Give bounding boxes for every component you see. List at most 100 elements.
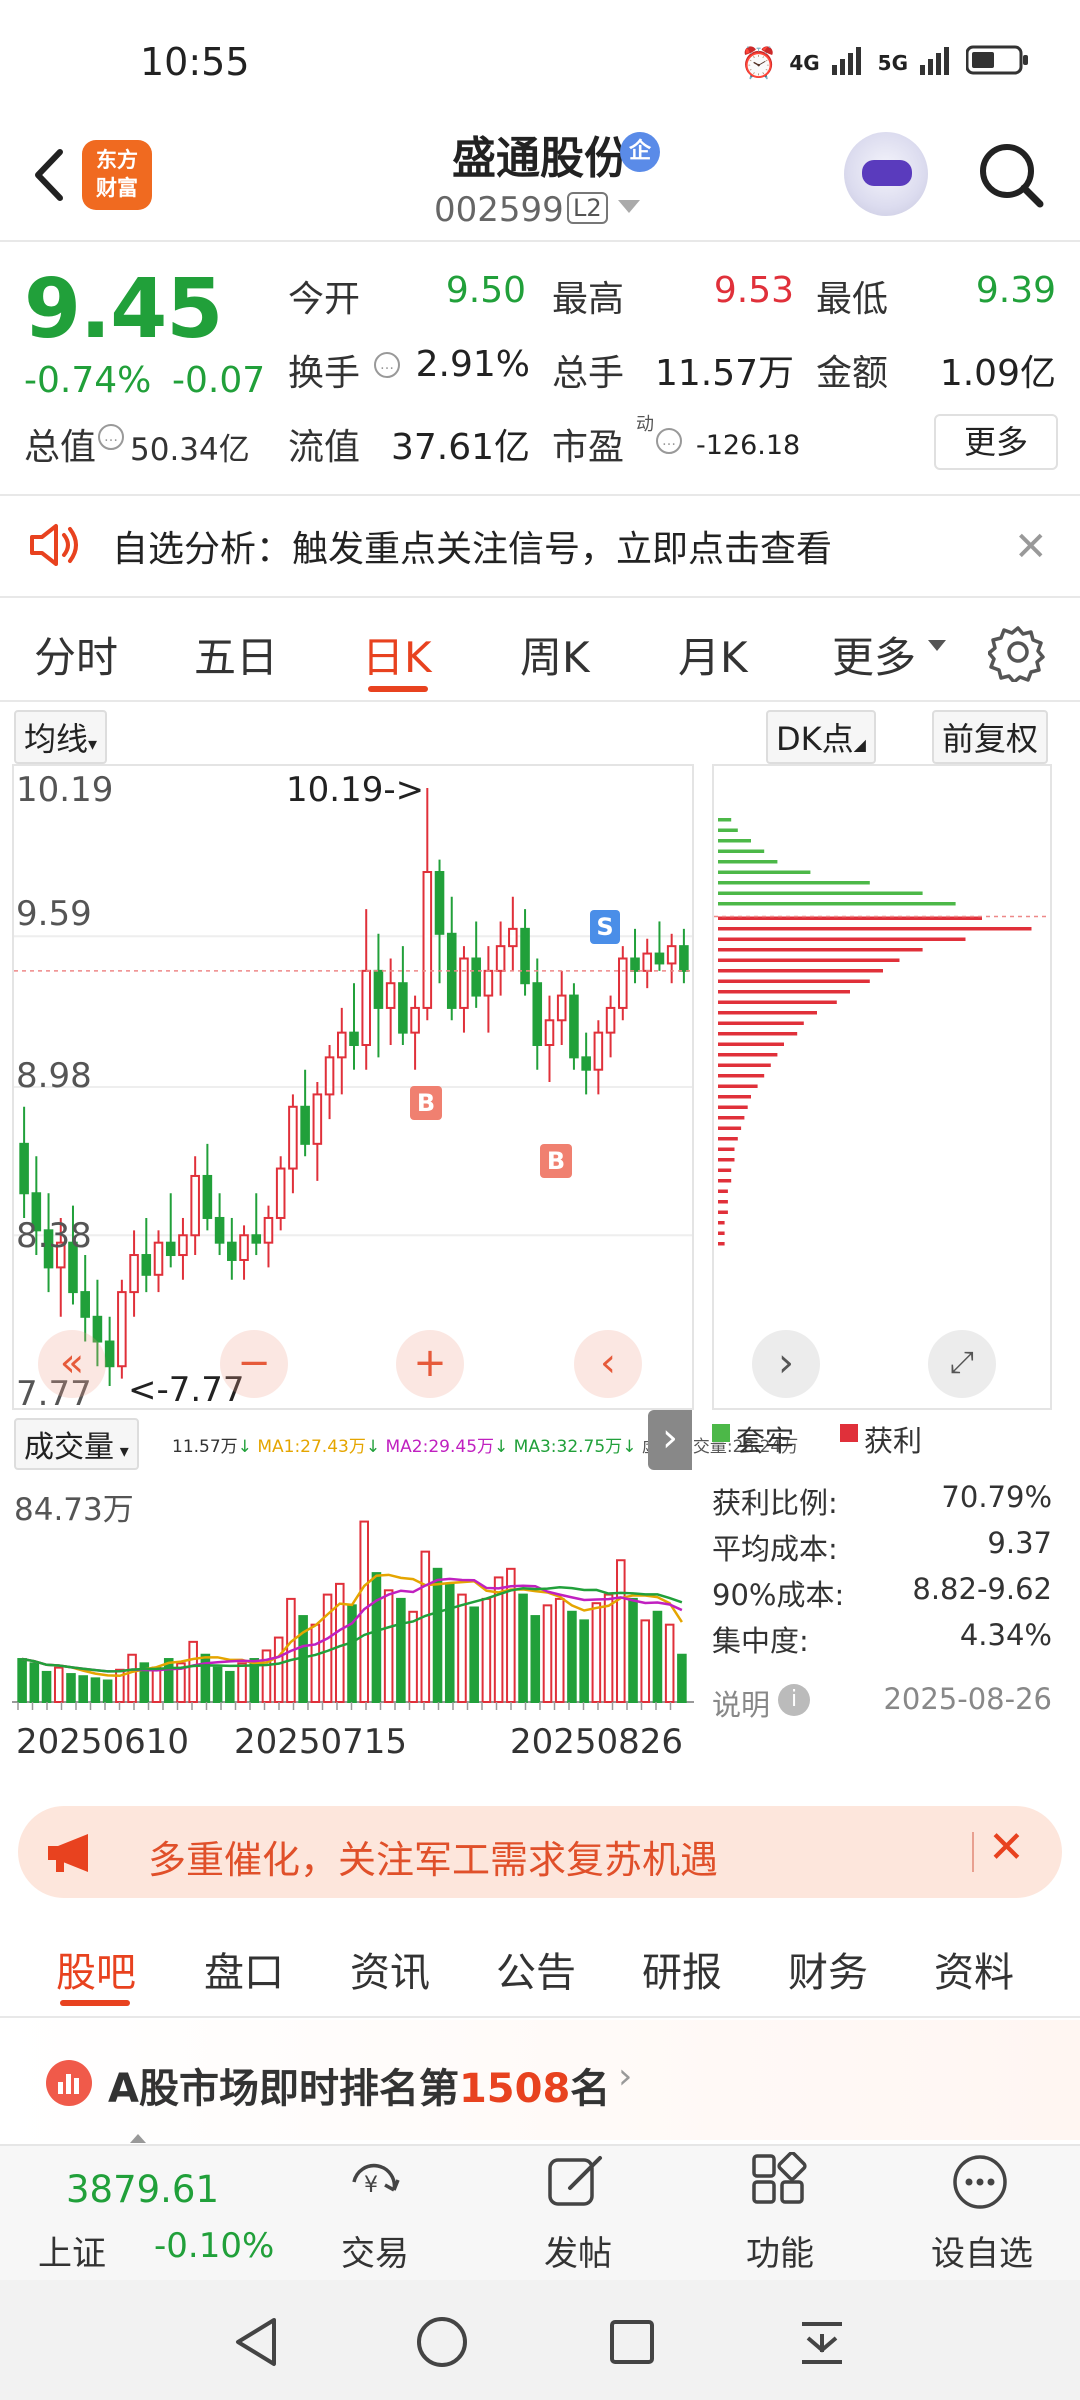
system-menu-icon[interactable] — [794, 2314, 850, 2370]
amount-value: 1.09亿 — [939, 353, 1056, 394]
nav-post[interactable]: 发帖 — [508, 2226, 648, 2275]
candle-body — [202, 1174, 213, 1219]
candle-body — [581, 1056, 591, 1071]
promo-text[interactable]: 多重催化，关注军工需求复苏机遇 — [148, 1829, 718, 1884]
tab-news[interactable]: 资讯 — [350, 1940, 430, 1998]
buy-signal-badge[interactable]: B — [410, 1086, 442, 1120]
index-name[interactable]: 上证 — [38, 2226, 106, 2275]
sell-signal-badge[interactable]: S — [590, 910, 620, 944]
info-icon[interactable]: i — [778, 1684, 810, 1716]
trade-icon[interactable]: ¥ — [340, 2152, 410, 2212]
kline-chart[interactable] — [12, 764, 694, 1410]
tab-more[interactable]: 更多 — [832, 624, 916, 685]
tab-research[interactable]: 研报 — [642, 1940, 722, 1998]
network-4g: 4G — [789, 51, 820, 75]
stock-code[interactable]: 002599 — [434, 190, 564, 230]
chip-bar-profit — [718, 1074, 765, 1078]
system-nav-bar — [0, 2280, 1080, 2400]
volume-bar — [310, 1623, 321, 1703]
active-bottom-tab-indicator — [60, 2000, 130, 2006]
info-icon[interactable]: … — [656, 428, 682, 454]
caret-down-icon[interactable] — [928, 640, 946, 651]
volume-bar — [554, 1597, 565, 1704]
index-change[interactable]: -0.10% — [154, 2226, 274, 2266]
adjust-selector[interactable]: 前复权 — [932, 710, 1049, 764]
tab-daily-k[interactable]: 日K — [362, 624, 432, 685]
candle-body — [679, 945, 689, 972]
volume-bar — [41, 1670, 52, 1704]
close-icon[interactable]: ✕ — [1014, 524, 1048, 570]
ma-selector[interactable]: 均线▾ — [14, 710, 108, 764]
volume-bar — [481, 1597, 492, 1704]
candle-body — [471, 957, 481, 997]
candle-body — [251, 1234, 262, 1244]
volume-bar — [664, 1623, 675, 1703]
y-label: 8.98 — [16, 1056, 92, 1096]
dk-point-selector[interactable]: DK点◢ — [766, 710, 876, 764]
avg-cost-label: 平均成本: — [712, 1532, 838, 1566]
index-value[interactable]: 3879.61 — [66, 2168, 219, 2211]
gear-icon[interactable] — [988, 622, 1048, 682]
alert-text[interactable]: 自选分析：触发重点关注信号，立即点击查看 — [112, 520, 832, 572]
collapse-panel-button[interactable]: › — [648, 1410, 692, 1470]
system-recents-icon[interactable] — [604, 2314, 660, 2370]
caret-up-icon[interactable] — [130, 2134, 146, 2143]
volume-bar — [396, 1597, 406, 1704]
tab-intraday[interactable]: 分时 — [34, 624, 118, 685]
profit-legend: 获利 — [864, 1424, 923, 1458]
info-icon[interactable]: … — [98, 424, 124, 450]
chip-bar-profit — [718, 1168, 732, 1172]
low-value: 9.39 — [975, 270, 1056, 311]
tab-announcements[interactable]: 公告 — [496, 1940, 576, 1998]
tab-profile[interactable]: 资料 — [934, 1940, 1014, 1998]
scroll-left-icon[interactable]: ‹ — [574, 1330, 642, 1398]
zoom-out-icon[interactable]: − — [220, 1330, 288, 1398]
expand-icon[interactable]: ⤢ — [928, 1330, 996, 1398]
more-quote-button[interactable]: 更多 — [934, 414, 1058, 470]
chip-bar-trapped — [718, 818, 732, 822]
rewind-icon[interactable]: « — [38, 1330, 106, 1398]
level2-badge[interactable]: L2 — [567, 192, 608, 224]
status-icons: ⏰ 4G 5G — [740, 44, 1030, 82]
search-icon[interactable] — [976, 140, 1046, 210]
nav-functions[interactable]: 功能 — [710, 2226, 850, 2275]
chevron-down-icon[interactable] — [618, 200, 640, 213]
volume-bar — [616, 1559, 626, 1704]
buy-signal-badge[interactable]: B — [540, 1144, 572, 1178]
chip-bar-profit — [718, 1189, 728, 1193]
market-cap-value: 50.34亿 — [130, 432, 250, 468]
candle-body — [129, 1254, 139, 1294]
nav-add-watchlist[interactable]: 设自选 — [912, 2226, 1052, 2275]
volume-bar — [200, 1653, 211, 1703]
functions-icon[interactable] — [748, 2152, 812, 2212]
tab-financials[interactable]: 财务 — [788, 1940, 868, 1998]
chevron-right-icon[interactable]: › — [618, 2056, 632, 2097]
tab-weekly-k[interactable]: 周K — [520, 624, 590, 685]
tab-orderbook[interactable]: 盘口 — [204, 1940, 284, 1998]
open-label: 今开 — [288, 279, 361, 320]
zoom-in-icon[interactable]: + — [396, 1330, 464, 1398]
volume-bar — [188, 1640, 198, 1704]
tab-forum[interactable]: 股吧 — [56, 1940, 136, 1998]
post-icon[interactable] — [544, 2152, 608, 2212]
nav-trade[interactable]: 交易 — [305, 2226, 445, 2275]
candle-body — [178, 1234, 188, 1257]
max-annotation: 10.19-> — [286, 770, 425, 810]
chip-distribution[interactable] — [712, 764, 1052, 1410]
indicator-selector[interactable]: 成交量 ▾ — [14, 1418, 139, 1470]
system-home-icon[interactable] — [414, 2314, 470, 2370]
system-back-icon[interactable] — [228, 2314, 284, 2370]
more-dots-icon[interactable] — [950, 2152, 1014, 2212]
close-icon[interactable]: ✕ — [988, 1822, 1025, 1873]
battery-icon — [965, 44, 1030, 82]
scroll-right-icon[interactable]: › — [752, 1330, 820, 1398]
tab-monthly-k[interactable]: 月K — [678, 624, 748, 685]
info-icon[interactable]: … — [374, 352, 400, 378]
volume-bar — [53, 1666, 64, 1703]
explain-label[interactable]: 说明 — [712, 1682, 770, 1724]
candle-body — [605, 1006, 616, 1034]
rank-text[interactable]: A股市场即时排名第1508名 — [108, 2056, 610, 2114]
candle-body — [422, 871, 433, 1009]
candle-body — [483, 969, 494, 997]
tab-five-day[interactable]: 五日 — [194, 624, 278, 685]
